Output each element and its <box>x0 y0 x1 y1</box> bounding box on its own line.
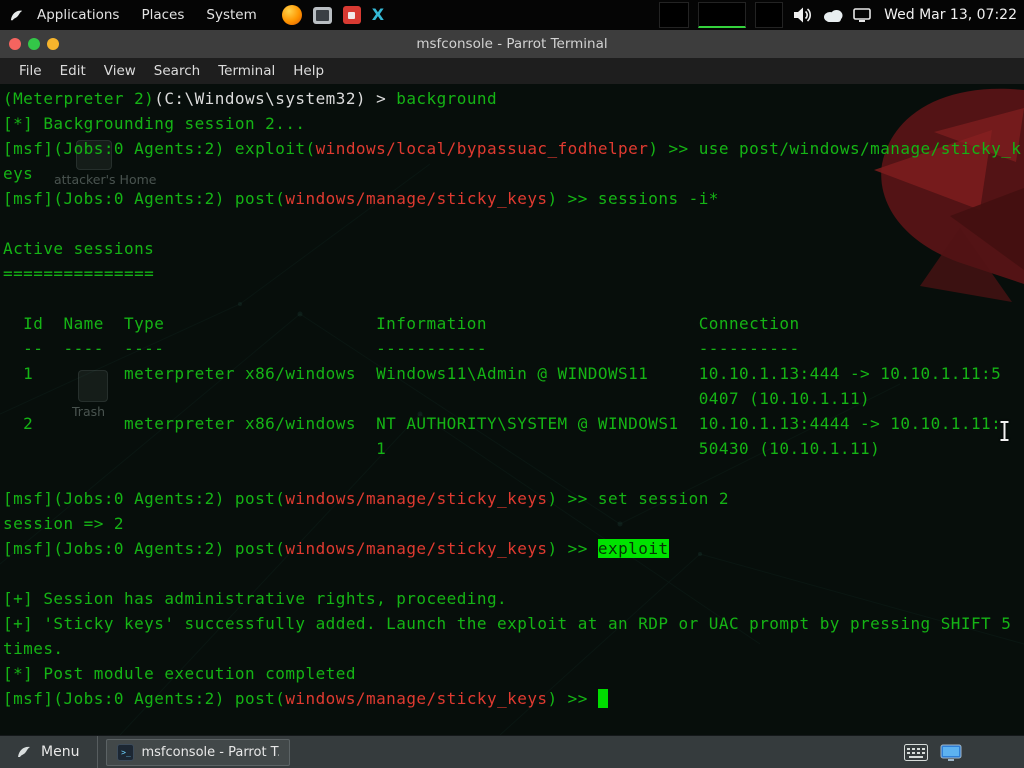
terminal-line: [+] 'Sticky keys' successfully added. La… <box>3 611 1024 636</box>
terminal-line: -- ---- ---- ----------- ---------- <box>3 336 1024 361</box>
window-preview-3[interactable] <box>755 2 783 28</box>
minimize-button[interactable] <box>47 38 59 50</box>
terminal-line <box>3 561 1024 586</box>
terminal-line: [msf](Jobs:0 Agents:2) post(windows/mana… <box>3 686 1024 711</box>
taskbar-menu-label: Menu <box>41 744 79 760</box>
record-icon[interactable] <box>343 6 361 24</box>
taskbar: Menu >_ msfconsole - Parrot T... <box>0 735 1024 768</box>
window-preview-1[interactable] <box>659 2 689 28</box>
terminal-window: msfconsole - Parrot Terminal File Edit V… <box>0 30 1024 735</box>
top-panel-right: Wed Mar 13, 07:22 <box>659 2 1024 28</box>
window-controls <box>0 38 59 50</box>
menu-edit[interactable]: Edit <box>51 63 95 79</box>
window-title: msfconsole - Parrot Terminal <box>0 36 1024 52</box>
weather-icon[interactable] <box>822 7 844 23</box>
top-panel: Applications Places System X Wed <box>0 0 1024 30</box>
terminal-viewport[interactable]: attacker's Home Trash (Meterpreter 2)(C:… <box>0 84 1024 735</box>
launcher-tray: X <box>282 5 384 25</box>
terminal-line: 2 meterpreter x86/windows NT AUTHORITY\S… <box>3 411 1024 436</box>
terminal-line <box>3 461 1024 486</box>
taskbar-menu-icon <box>16 744 32 760</box>
menu-places[interactable]: Places <box>130 0 195 30</box>
terminal-line: 0407 (10.10.1.11) <box>3 386 1024 411</box>
terminal-line: Id Name Type Information Connection <box>3 311 1024 336</box>
terminal-line: [*] Post module execution completed <box>3 661 1024 686</box>
terminal-line: Active sessions <box>3 236 1024 261</box>
terminal-launcher-icon[interactable] <box>313 7 332 24</box>
terminal-line: (Meterpreter 2)(C:\Windows\system32) > b… <box>3 86 1024 111</box>
close-button[interactable] <box>9 38 21 50</box>
menu-help[interactable]: Help <box>284 63 333 79</box>
screen: Applications Places System X Wed <box>0 0 1024 768</box>
terminal-line: [*] Backgrounding session 2... <box>3 111 1024 136</box>
terminal-task-icon: >_ <box>117 744 134 761</box>
terminal-line: [msf](Jobs:0 Agents:2) post(windows/mana… <box>3 536 1024 561</box>
terminal-line: [msf](Jobs:0 Agents:2) exploit(windows/l… <box>3 136 1024 161</box>
taskbar-tray <box>904 744 962 761</box>
terminal-line: [+] Session has administrative rights, p… <box>3 586 1024 611</box>
terminal-line: [msf](Jobs:0 Agents:2) post(windows/mana… <box>3 186 1024 211</box>
keyboard-layout-icon[interactable] <box>904 744 928 761</box>
clock[interactable]: Wed Mar 13, 07:22 <box>880 7 1017 23</box>
terminal-line: session => 2 <box>3 511 1024 536</box>
window-preview-2-active[interactable] <box>698 2 746 28</box>
terminal-line <box>3 211 1024 236</box>
parrot-logo-icon[interactable] <box>7 8 26 23</box>
taskbar-task-msfconsole[interactable]: >_ msfconsole - Parrot T... <box>106 739 290 766</box>
taskbar-task-label: msfconsole - Parrot T... <box>141 745 279 760</box>
volume-icon[interactable] <box>792 6 813 24</box>
menu-terminal[interactable]: Terminal <box>209 63 284 79</box>
menu-file[interactable]: File <box>10 63 51 79</box>
top-panel-left: Applications Places System X <box>0 0 384 30</box>
taskbar-menu-button[interactable]: Menu <box>0 736 98 768</box>
menu-search[interactable]: Search <box>145 63 209 79</box>
display-settings-icon[interactable] <box>940 744 962 761</box>
terminal-line: 1 meterpreter x86/windows Windows11\Admi… <box>3 361 1024 386</box>
x11-icon[interactable]: X <box>372 6 384 24</box>
window-titlebar[interactable]: msfconsole - Parrot Terminal <box>0 30 1024 58</box>
display-icon[interactable] <box>853 7 871 23</box>
mouse-text-cursor <box>998 420 1011 446</box>
terminal-line: times. <box>3 636 1024 661</box>
maximize-button[interactable] <box>28 38 40 50</box>
terminal-line: eys <box>3 161 1024 186</box>
terminal-output: (Meterpreter 2)(C:\Windows\system32) > b… <box>0 84 1024 711</box>
window-menubar: File Edit View Search Terminal Help <box>0 58 1024 84</box>
terminal-line: =============== <box>3 261 1024 286</box>
terminal-line <box>3 286 1024 311</box>
firefox-icon[interactable] <box>282 5 302 25</box>
terminal-line: [msf](Jobs:0 Agents:2) post(windows/mana… <box>3 486 1024 511</box>
terminal-line: 1 50430 (10.10.1.11) <box>3 436 1024 461</box>
menu-applications[interactable]: Applications <box>26 0 130 30</box>
menu-view[interactable]: View <box>95 63 145 79</box>
menu-system[interactable]: System <box>195 0 267 30</box>
